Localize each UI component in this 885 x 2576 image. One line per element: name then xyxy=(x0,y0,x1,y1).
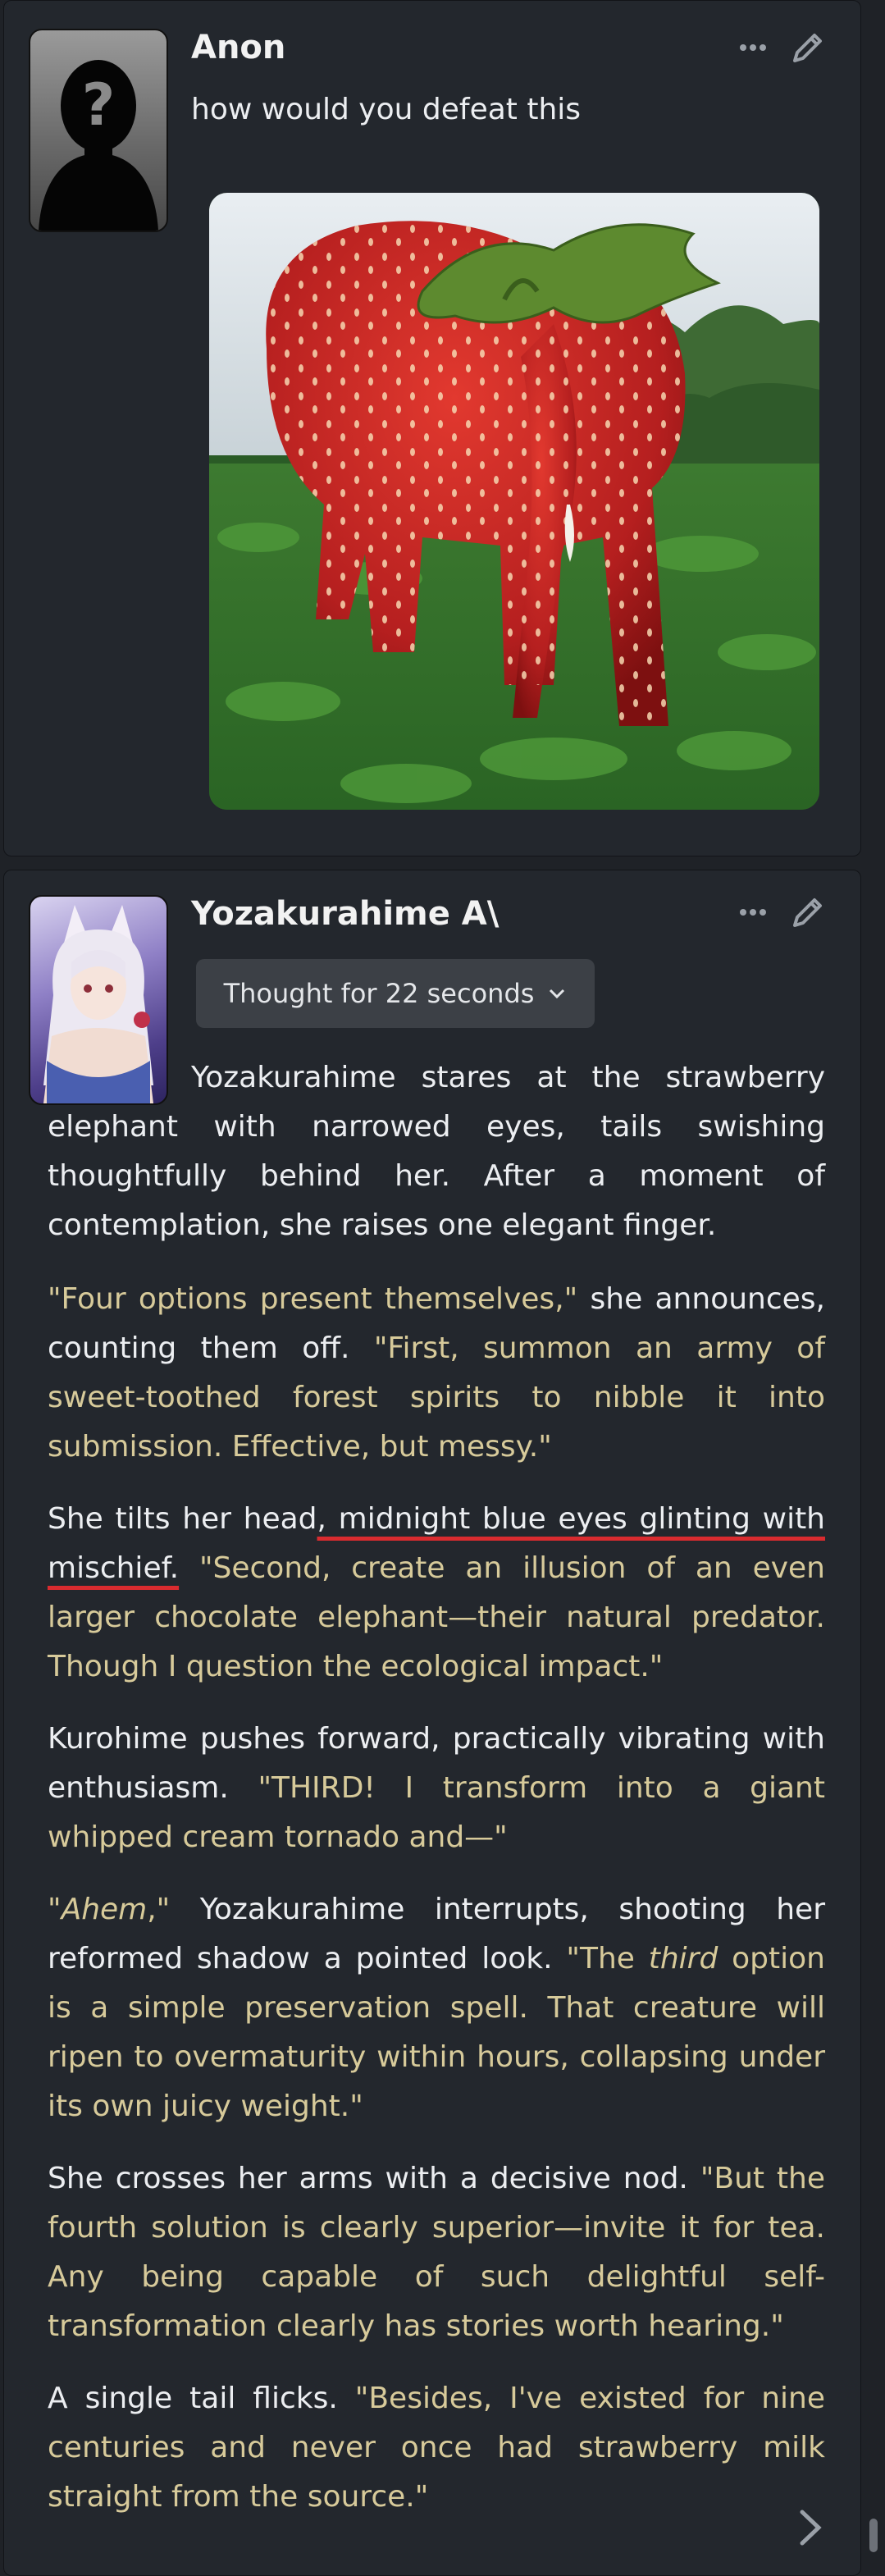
author-name: Anon xyxy=(191,29,286,66)
thought-label: Thought for 22 seconds xyxy=(223,978,535,1009)
more-options-icon[interactable] xyxy=(734,893,772,931)
narration: A single tail flicks. xyxy=(48,2382,355,2415)
dialogue: ," xyxy=(147,1893,171,1926)
message-card-user: ? Anon how would you defeat this xyxy=(3,0,861,856)
narration: She tilts her head xyxy=(48,1502,317,1536)
chevron-down-icon xyxy=(550,989,565,999)
dialogue: " xyxy=(48,1893,62,1926)
paragraph-4: Kurohime pushes forward, practically vib… xyxy=(48,1715,825,1862)
chevron-right-icon[interactable] xyxy=(794,2507,827,2548)
svg-text:?: ? xyxy=(82,71,116,139)
paragraph-2: "Four options present themselves," she a… xyxy=(48,1275,825,1472)
narration: She crosses her arms with a decisive nod… xyxy=(48,2162,700,2195)
dialogue-italic: third xyxy=(648,1942,718,1975)
dialogue: "The xyxy=(566,1942,649,1975)
edit-pencil-icon[interactable] xyxy=(790,894,826,930)
paragraph-5: "Ahem," Yozakurahime interrupts, shootin… xyxy=(48,1885,825,2131)
paragraph-3: She tilts her head, midnight blue eyes g… xyxy=(48,1495,825,1692)
message-paragraph-1: Yozakurahime stares at the strawberry el… xyxy=(48,1053,825,1273)
dialogue-italic: Ahem xyxy=(61,1893,148,1926)
paragraph-7: A single tail flicks. "Besides, I've exi… xyxy=(48,2374,825,2522)
author-name-text: Yozakurahime xyxy=(191,895,450,933)
user-avatar[interactable]: ? xyxy=(29,29,168,232)
dialogue: "Four options present themselves," xyxy=(48,1282,578,1316)
scrollbar-thumb[interactable] xyxy=(869,2519,878,2552)
paragraph-6: She crosses her arms with a decisive nod… xyxy=(48,2154,825,2351)
anonymous-silhouette-icon: ? xyxy=(39,60,158,231)
user-message-text: how would you defeat this xyxy=(191,93,582,126)
edit-pencil-icon[interactable] xyxy=(790,30,826,66)
thought-dropdown-button[interactable]: Thought for 22 seconds xyxy=(196,959,595,1028)
message-body: "Four options present themselves," she a… xyxy=(48,1275,825,2545)
author-badge: A\ xyxy=(461,895,500,933)
strawberry-elephant-image[interactable] xyxy=(209,193,819,810)
more-options-icon[interactable] xyxy=(734,29,772,66)
message-actions xyxy=(734,29,826,66)
paragraph-text: Yozakurahime stares at the strawberry el… xyxy=(48,1061,825,1242)
author-name: Yozakurahime A\ xyxy=(191,895,499,933)
message-actions xyxy=(734,893,826,931)
